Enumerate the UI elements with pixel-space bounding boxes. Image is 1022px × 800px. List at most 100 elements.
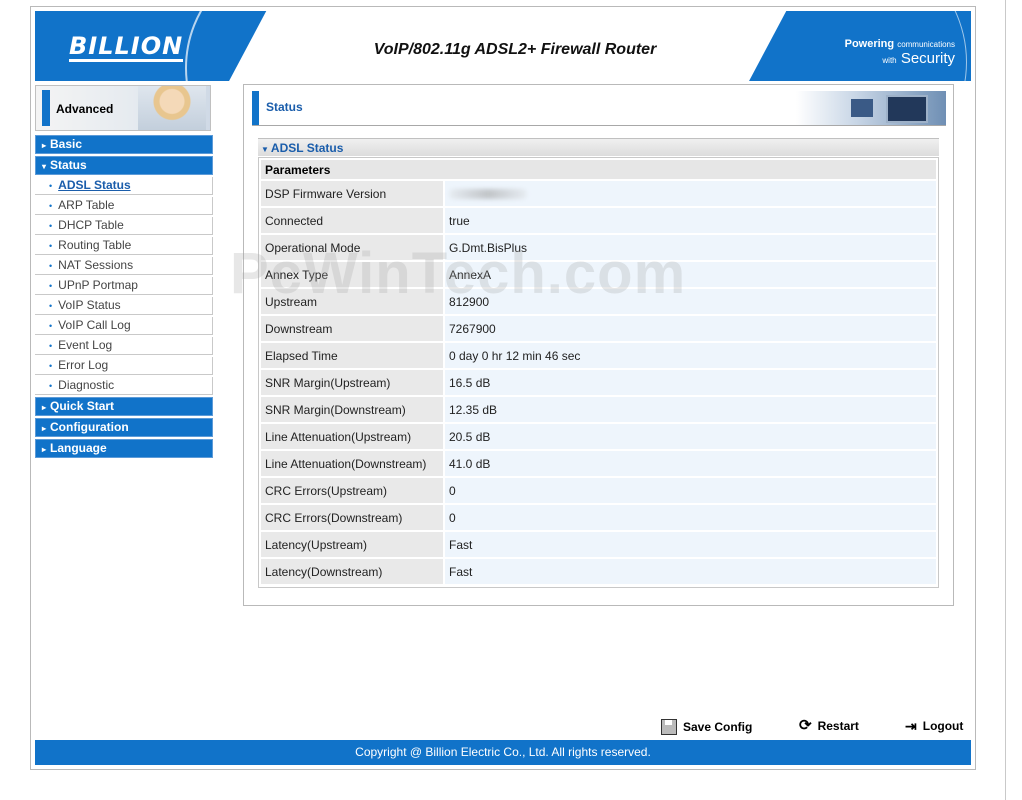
table-row: Line Attenuation(Downstream) 41.0 dB bbox=[261, 451, 936, 476]
product-title: VoIP/802.11g ADSL2+ Firewall Router bbox=[373, 41, 657, 58]
save-config-button[interactable]: Save Config bbox=[661, 719, 752, 735]
bullet-icon: • bbox=[49, 301, 53, 311]
table-row: CRC Errors(Upstream) 0 bbox=[261, 478, 936, 503]
bullet-icon: • bbox=[49, 321, 53, 331]
bullet-icon: • bbox=[49, 281, 53, 291]
floppy-disk-icon bbox=[661, 719, 677, 735]
sidebar-subitem-voip-call-log[interactable]: • VoIP Call Log bbox=[35, 317, 213, 335]
param-value: Fast bbox=[445, 532, 936, 557]
param-value: 20.5 dB bbox=[445, 424, 936, 449]
sidebar-subitem-upnp-portmap[interactable]: • UPnP Portmap bbox=[35, 277, 213, 295]
table-row: CRC Errors(Downstream) 0 bbox=[261, 505, 936, 530]
param-value: 41.0 dB bbox=[445, 451, 936, 476]
param-label: DSP Firmware Version bbox=[261, 181, 443, 206]
table-row: DSP Firmware Version bbox=[261, 181, 936, 206]
content-panel: Status ▼ ADSL Status Parameters DSP Firmw… bbox=[243, 84, 954, 606]
restart-button[interactable]: ⟳ Restart bbox=[799, 717, 859, 734]
sidebar-item-quick-start[interactable]: ▸ Quick Start bbox=[35, 397, 213, 416]
param-value bbox=[445, 181, 936, 206]
param-value: 812900 bbox=[445, 289, 936, 314]
param-label: Line Attenuation(Upstream) bbox=[261, 424, 443, 449]
param-label: SNR Margin(Upstream) bbox=[261, 370, 443, 395]
menu-arrow-icon: ▾ bbox=[42, 162, 47, 171]
table-row: Operational Mode G.Dmt.BisPlus bbox=[261, 235, 936, 260]
param-value: 12.35 dB bbox=[445, 397, 936, 422]
table-row: Connected true bbox=[261, 208, 936, 233]
table-row: Upstream 812900 bbox=[261, 289, 936, 314]
param-value: Fast bbox=[445, 559, 936, 584]
param-value: G.Dmt.BisPlus bbox=[445, 235, 936, 260]
param-label: CRC Errors(Upstream) bbox=[261, 478, 443, 503]
param-value: 16.5 dB bbox=[445, 370, 936, 395]
sidebar-subitem-error-log[interactable]: • Error Log bbox=[35, 357, 213, 375]
param-label: Annex Type bbox=[261, 262, 443, 287]
param-label: Downstream bbox=[261, 316, 443, 341]
header-banner: BILLION VoIP/802.11g ADSL2+ Firewall Rou… bbox=[35, 11, 971, 81]
page-title-bar: Status bbox=[252, 91, 946, 126]
menu-arrow-icon: ▸ bbox=[42, 424, 47, 433]
advanced-mode-badge: Advanced bbox=[35, 85, 211, 131]
table-row: Downstream 7267900 bbox=[261, 316, 936, 341]
sidebar-subitem-arp-table[interactable]: • ARP Table bbox=[35, 197, 213, 215]
param-value: 7267900 bbox=[445, 316, 936, 341]
bullet-icon: • bbox=[49, 261, 53, 271]
param-label: CRC Errors(Downstream) bbox=[261, 505, 443, 530]
logout-door-icon: ⇥ bbox=[905, 718, 917, 734]
param-label: Connected bbox=[261, 208, 443, 233]
bullet-icon: • bbox=[49, 361, 53, 371]
table-row: Elapsed Time 0 day 0 hr 12 min 46 sec bbox=[261, 343, 936, 368]
bullet-icon: • bbox=[49, 341, 53, 351]
param-value: 0 day 0 hr 12 min 46 sec bbox=[445, 343, 936, 368]
table-header: Parameters bbox=[261, 160, 936, 179]
bullet-icon: • bbox=[49, 241, 53, 251]
table-row: Latency(Upstream) Fast bbox=[261, 532, 936, 557]
copyright-footer: Copyright @ Billion Electric Co., Ltd. A… bbox=[35, 740, 971, 765]
sidebar-item-status[interactable]: ▾ Status bbox=[35, 156, 213, 175]
bullet-icon: • bbox=[49, 221, 53, 231]
menu-arrow-icon: ▸ bbox=[42, 403, 47, 412]
sidebar-subitem-nat-sessions[interactable]: • NAT Sessions bbox=[35, 257, 213, 275]
param-label: SNR Margin(Downstream) bbox=[261, 397, 443, 422]
param-value: true bbox=[445, 208, 936, 233]
billion-logo: BILLION bbox=[69, 32, 184, 62]
action-bar: Save Config ⟳ Restart ⇥ Logout bbox=[661, 717, 973, 739]
param-label: Upstream bbox=[261, 289, 443, 314]
param-label: Latency(Upstream) bbox=[261, 532, 443, 557]
sidebar-nav: ▸ Basic ▾ Status • ADSL Status • ARP Table • DHCP… bbox=[35, 135, 213, 460]
table-row: SNR Margin(Upstream) 16.5 dB bbox=[261, 370, 936, 395]
sidebar-subitem-voip-status[interactable]: • VoIP Status bbox=[35, 297, 213, 315]
param-label: Line Attenuation(Downstream) bbox=[261, 451, 443, 476]
sidebar-subitem-diagnostic[interactable]: • Diagnostic bbox=[35, 377, 213, 395]
adsl-status-section-header[interactable]: ▼ ADSL Status bbox=[258, 138, 939, 156]
office-banner-image bbox=[796, 91, 946, 125]
adsl-status-table: Parameters DSP Firmware Version Connected… bbox=[259, 158, 938, 586]
param-label: Latency(Downstream) bbox=[261, 559, 443, 584]
param-label: Operational Mode bbox=[261, 235, 443, 260]
param-value: 0 bbox=[445, 505, 936, 530]
advanced-photo bbox=[138, 86, 206, 130]
sidebar-item-basic[interactable]: ▸ Basic bbox=[35, 135, 213, 154]
sidebar-item-configuration[interactable]: ▸ Configuration bbox=[35, 418, 213, 437]
router-page-frame: BILLION VoIP/802.11g ADSL2+ Firewall Rou… bbox=[30, 6, 976, 770]
param-value: AnnexA bbox=[445, 262, 936, 287]
bullet-icon: • bbox=[49, 201, 53, 211]
restart-icon: ⟳ bbox=[799, 717, 812, 734]
menu-arrow-icon: ▸ bbox=[42, 445, 47, 454]
logout-button[interactable]: ⇥ Logout bbox=[905, 719, 963, 733]
mode-label: Advanced bbox=[56, 102, 114, 116]
page-title: Status bbox=[266, 100, 303, 114]
param-label: Elapsed Time bbox=[261, 343, 443, 368]
sidebar-item-language[interactable]: ▸ Language bbox=[35, 439, 213, 458]
sidebar-subitem-routing-table[interactable]: • Routing Table bbox=[35, 237, 213, 255]
param-value: 0 bbox=[445, 478, 936, 503]
sidebar-subitem-adsl-status[interactable]: • ADSL Status bbox=[35, 177, 213, 195]
bullet-icon: • bbox=[49, 381, 53, 391]
redacted-value bbox=[449, 189, 527, 200]
table-row: Latency(Downstream) Fast bbox=[261, 559, 936, 584]
slogan: Powering communications with Security bbox=[844, 38, 955, 67]
collapse-arrow-icon: ▼ bbox=[261, 145, 269, 154]
table-row: Annex Type AnnexA bbox=[261, 262, 936, 287]
sidebar-subitem-event-log[interactable]: • Event Log bbox=[35, 337, 213, 355]
adsl-status-table-wrapper: Parameters DSP Firmware Version Connected… bbox=[258, 157, 939, 588]
sidebar-subitem-dhcp-table[interactable]: • DHCP Table bbox=[35, 217, 213, 235]
